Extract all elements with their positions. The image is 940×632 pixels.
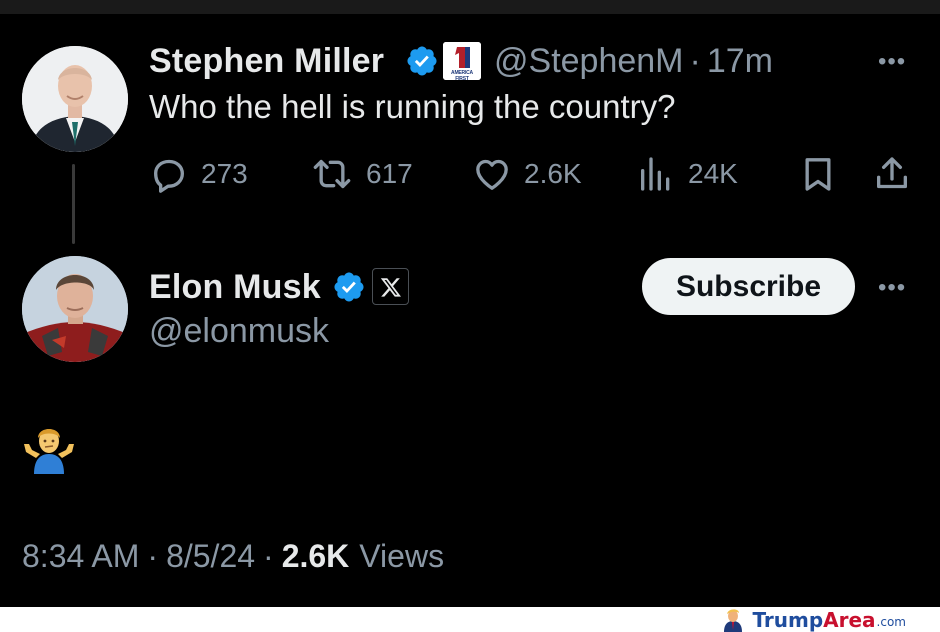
author-name-tweet1[interactable]: Stephen Miller: [149, 42, 384, 81]
top-edge-strip: [0, 0, 940, 14]
avatar-stephen-miller[interactable]: [22, 46, 128, 152]
tweet-screen: Stephen Miller AMERICA FIRST @StephenM · 1…: [0, 0, 940, 607]
reply-icon: [154, 159, 184, 193]
tweet-text: Who the hell is running the country?: [149, 88, 676, 125]
separator-dot: ·: [689, 42, 701, 80]
share-icon: [877, 157, 907, 189]
repost-icon: [313, 159, 351, 189]
views-icon: [641, 157, 670, 191]
verified-icon: [407, 46, 437, 76]
reply-count: 273: [201, 158, 248, 189]
bookmark-button[interactable]: [798, 152, 850, 196]
views-total[interactable]: 2.6K: [282, 538, 350, 574]
person-shrugging-emoji-icon: [24, 429, 74, 474]
watermark-area: Area: [823, 607, 876, 632]
views-count: 24K: [688, 158, 738, 189]
views-button[interactable]: 24K: [636, 152, 738, 196]
tweet-metadata: 8:34 AM · 8/5/24 · 2.6K Views: [22, 538, 444, 575]
author-name-tweet2[interactable]: Elon Musk: [149, 268, 321, 307]
views-label: Views: [359, 538, 445, 574]
x-logo-icon: [380, 277, 401, 297]
like-count: 2.6K: [524, 158, 582, 189]
share-button[interactable]: [872, 152, 924, 196]
more-options-tweet2[interactable]: •••: [878, 274, 906, 302]
post-date[interactable]: 8/5/24: [166, 538, 255, 574]
thread-connector-line: [72, 164, 75, 244]
handle-tweet1[interactable]: @StephenM: [494, 42, 684, 80]
x-affiliate-badge[interactable]: [372, 268, 409, 305]
repost-count: 617: [366, 158, 413, 189]
trump-figure-icon: [724, 608, 743, 632]
subscribe-button[interactable]: Subscribe: [642, 258, 855, 315]
separator-dot: ·: [147, 538, 159, 574]
bookmark-icon: [805, 158, 831, 191]
handle-time-tweet1[interactable]: @StephenM · 17m: [494, 42, 773, 81]
affiliate-badge-america-first[interactable]: AMERICA FIRST: [443, 42, 481, 80]
handle-tweet2[interactable]: @elonmusk: [149, 312, 329, 351]
watermark-trump: Trump: [752, 607, 824, 632]
like-icon: [476, 159, 508, 190]
post-time[interactable]: 8:34 AM: [22, 538, 139, 574]
more-options-tweet1[interactable]: •••: [878, 48, 906, 76]
affiliate-badge-text: AMERICA FIRST: [451, 70, 473, 80]
repost-button[interactable]: 617: [310, 152, 413, 196]
watermark-trumparea: Trump Area .com: [720, 607, 906, 632]
avatar-elon-musk[interactable]: [22, 256, 128, 362]
watermark-com: .com: [876, 615, 906, 629]
timestamp-tweet1[interactable]: 17m: [707, 42, 773, 80]
like-button[interactable]: 2.6K: [472, 152, 582, 196]
separator-dot: ·: [263, 538, 274, 574]
verified-icon: [334, 272, 364, 302]
reply-button[interactable]: 273: [149, 152, 248, 196]
